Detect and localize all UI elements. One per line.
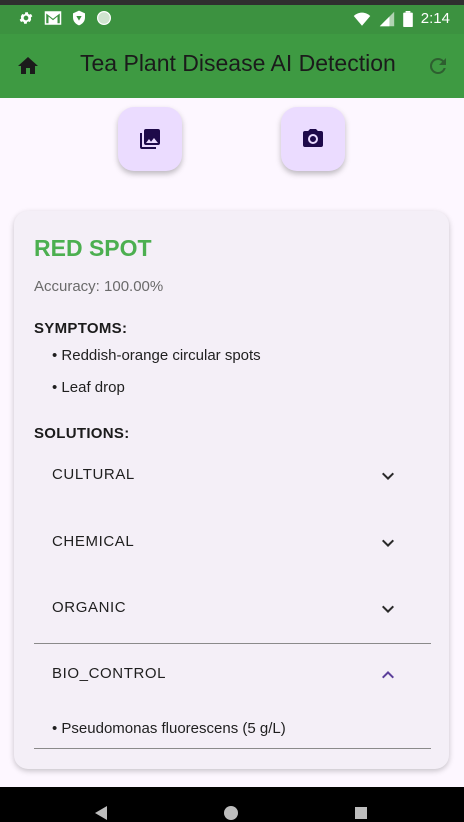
solution-label: BIO_CONTROL	[52, 665, 167, 682]
solution-chemical[interactable]: CHEMICAL	[34, 511, 430, 577]
status-icons-right: 2:14	[353, 10, 450, 27]
solutions-title: SOLUTIONS:	[34, 425, 130, 442]
bio-control-item: • Pseudomonas fluorescens (5 g/L)	[52, 720, 286, 737]
app-bar: Tea Plant Disease AI Detection	[0, 34, 464, 98]
gmail-icon	[44, 11, 62, 25]
settings-icon	[19, 12, 33, 24]
chevron-down-icon	[382, 605, 394, 613]
camera-button[interactable]	[281, 107, 345, 171]
recents-icon[interactable]	[354, 806, 368, 820]
result-card: RED SPOT Accuracy: 100.00% SYMPTOMS: • R…	[14, 211, 449, 769]
circle-icon	[97, 11, 111, 25]
status-time: 2:14	[420, 10, 450, 27]
chevron-up-icon	[382, 671, 394, 679]
gallery-icon	[140, 129, 160, 149]
battery-icon	[402, 10, 413, 27]
symptom-item: • Leaf drop	[52, 379, 125, 396]
back-icon[interactable]	[93, 805, 109, 821]
chevron-down-icon	[382, 539, 394, 547]
solution-label: CULTURAL	[52, 466, 135, 483]
solution-organic[interactable]: ORGANIC	[34, 577, 430, 643]
camera-icon	[303, 129, 323, 147]
solution-cultural[interactable]: CULTURAL	[34, 444, 430, 510]
solution-bio-control[interactable]: BIO_CONTROL	[34, 643, 430, 709]
status-bar-edge	[0, 0, 464, 5]
solution-label: ORGANIC	[52, 599, 127, 616]
disease-name: RED SPOT	[34, 235, 152, 261]
status-bar: 2:14	[0, 0, 464, 34]
divider	[34, 748, 431, 749]
accuracy-text: Accuracy: 100.00%	[34, 278, 164, 295]
symptom-item: • Reddish-orange circular spots	[52, 347, 261, 364]
gallery-button[interactable]	[118, 107, 182, 171]
chevron-down-icon	[382, 472, 394, 480]
navigation-bar	[0, 787, 464, 822]
app-title: Tea Plant Disease AI Detection	[80, 50, 396, 76]
shield-icon	[73, 10, 85, 26]
signal-icon	[379, 11, 394, 26]
status-icons-left	[18, 10, 112, 26]
wifi-icon	[353, 12, 371, 26]
refresh-icon[interactable]	[426, 54, 450, 78]
home-circle-icon[interactable]	[223, 805, 239, 821]
home-icon[interactable]	[16, 54, 40, 78]
symptoms-title: SYMPTOMS:	[34, 320, 128, 337]
solution-label: CHEMICAL	[52, 533, 135, 550]
